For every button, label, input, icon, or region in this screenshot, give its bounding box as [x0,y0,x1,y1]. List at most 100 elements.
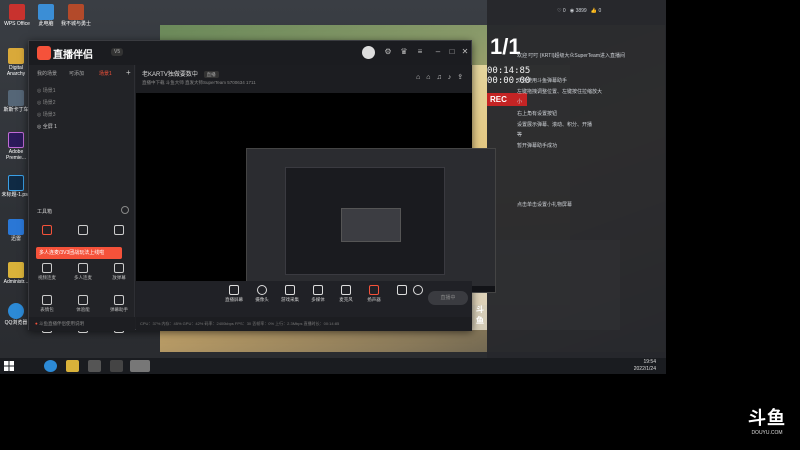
status-badge: 直播 [203,71,219,78]
main-panel: 老KARTV独做要数中 直播 直播中下载 斗鱼大师 直发大师SuperTeam … [136,65,496,331]
browser-taskbar-icon[interactable] [44,360,57,372]
game-taskbar-icon[interactable] [88,360,101,372]
microphone-icon [341,285,351,295]
chat-line: 欢迎使用斗鱼弹幕助手 [517,78,568,84]
premiere-icon [8,132,24,148]
desktop-icon-computer[interactable]: 此电脑 [30,4,62,27]
promo-banner[interactable]: 多人连麦/3V3团战玩法上线啦 [36,247,122,259]
nested-preview [246,148,496,293]
speaker-icon [369,285,379,295]
live-log-icon [114,225,124,235]
chat-line: 小 [517,99,523,105]
usage-notice[interactable]: ● 斗鱼直播伴侣使用说明 [29,317,135,331]
desktop-icon-game[interactable]: 我不城与勇士 [60,4,92,27]
experience-icon [78,295,88,305]
settings-gear-icon[interactable] [412,285,424,297]
bottom-toolbar: 直播屏幕 摄像头 游戏采集 多媒体 麦克风 扬声器 直播中 [136,281,472,317]
scene-item[interactable]: ◎ 场景3 [37,111,56,118]
tool-experience[interactable]: 体验能 [69,295,97,313]
room-actions[interactable]: ⌂⌂♫♪⇪ [416,73,469,81]
avatar[interactable] [362,46,375,59]
desktop-icon-wps[interactable]: WPS Office [1,4,33,27]
digital-anarchy-icon [8,48,24,64]
tool-live-game[interactable] [33,225,61,237]
danmu-icon [114,263,124,273]
media-button[interactable]: 多媒体 [306,285,330,303]
multi-link-icon [78,263,88,273]
scene-sidebar: 我的场景 可添加 场景1 + ◎ 场景1 ◎ 场景2 ◎ 场景3 ◎ 全屏 1 … [29,65,135,333]
go-live-button[interactable]: 直播中 [428,291,468,305]
minimize-icon[interactable]: – [433,47,443,57]
chat-line: 等 [517,132,523,138]
game-icon [68,4,84,20]
status-bar: CPU：37% 内存：45% GPU：42% 码率：2400kbps FPS：3… [140,321,340,326]
tool-multi-link-2[interactable]: 多人连麦 [69,263,97,281]
tab-my-scenes[interactable]: 我的场景 [37,70,57,77]
screen: WPS Office 此电脑 我不城与勇士 Digital Anarchy 斯斯… [0,0,800,450]
qq-browser-icon [8,303,24,319]
system-clock[interactable]: 19:54 2022/1/24 [634,359,656,373]
scene-item-fullscreen[interactable]: ◎ 全屏 1 [37,123,57,130]
page-counter: 1/1 [490,34,521,59]
windows-start-icon[interactable] [4,361,14,371]
douyu-mini-logo: 斗鱼 [476,305,484,325]
close-icon[interactable]: ✕ [460,47,470,57]
speaker-button[interactable]: 扬声器 [362,285,386,303]
room-subinfo: 直播中下载 斗鱼大师 直发大师SuperTeam 5700634 1711 [142,80,256,85]
taskbar: 19:54 2022/1/24 [0,358,666,374]
media-icon [313,285,323,295]
maximize-icon[interactable]: □ [447,47,457,57]
toolbox-label: 工具箱 [37,209,53,215]
notice-icon: ● [35,321,38,326]
settings-taskbar-icon[interactable] [110,360,123,372]
stream-preview[interactable] [136,93,496,293]
app-logo-icon [37,46,51,60]
douyu-watermark: 斗鱼 DOUYU.COM [748,408,786,436]
computer-icon [38,4,54,20]
tab-scene-1[interactable]: 场景1 [99,70,112,77]
danmu-helper-icon [114,295,124,305]
title-bar[interactable]: 直播伴侣 V5 ⚙ ♛ ≡ – □ ✕ [29,41,471,65]
tool-video-link[interactable]: 视频连麦 [33,263,61,281]
chat-line: 设置展示弹幕、滚动、积分、开播 [517,122,593,128]
folder-taskbar-icon[interactable] [66,360,79,372]
folder-icon [8,262,24,278]
chat-line: 暂开弹幕助手成功 [517,143,558,149]
screen-capture-button[interactable]: 直播屏幕 [222,285,246,303]
microphone-button[interactable]: 麦克风 [334,285,358,303]
toolbox-settings-icon[interactable] [121,206,129,214]
desktop: WPS Office 此电脑 我不城与勇士 Digital Anarchy 斯斯… [0,0,666,358]
tool-emoji[interactable]: 表情包 [33,295,61,313]
game-capture-icon [285,285,295,295]
record-icon[interactable] [396,285,408,297]
app-brand: 直播伴侣 [53,50,93,61]
emoji-icon [42,295,52,305]
active-app-taskbar-icon[interactable] [130,360,150,372]
game-capture-button[interactable]: 游戏采集 [278,285,302,303]
multi-link-icon [78,225,88,235]
version-badge: V5 [111,48,124,56]
welcome-message: 欢迎 叮叮 {KRTI}超级大众SuperTeam进入直播间 [517,53,625,59]
kart-icon [8,90,24,106]
video-link-icon [42,263,52,273]
tool-danmu[interactable]: 放弹幕 [105,263,133,281]
xunlei-icon [8,219,24,235]
scene-item[interactable]: ◎ 场景2 [37,99,56,106]
live-game-icon [42,225,52,235]
skin-icon[interactable]: ♛ [399,47,409,57]
tab-addable[interactable]: 可添加 [69,70,84,77]
broadcast-app-window: 直播伴侣 V5 ⚙ ♛ ≡ – □ ✕ 我的场景 可添加 场景1 + ◎ 场景1… [28,40,496,333]
danmu-chat-panel: 1/1 00:14:85 00:00:00 REC ♡ 0 ◉ 3899 👍 0… [487,0,666,358]
add-scene-icon[interactable]: + [126,68,131,77]
tool-live-log[interactable] [105,225,133,237]
chat-line: 右上角有设置按钮 [517,111,558,117]
camera-icon [257,285,267,295]
wps-office-icon [9,4,25,20]
top-counts: ♡ 0 ◉ 3899 👍 0 [557,8,602,14]
scene-item[interactable]: ◎ 场景1 [37,87,56,94]
camera-button[interactable]: 摄像头 [250,285,274,303]
settings-icon[interactable]: ⚙ [383,47,393,57]
tool-multi-link[interactable] [69,225,97,237]
tool-danmu-helper[interactable]: 弹幕助手 [105,295,133,313]
menu-icon[interactable]: ≡ [415,47,425,57]
